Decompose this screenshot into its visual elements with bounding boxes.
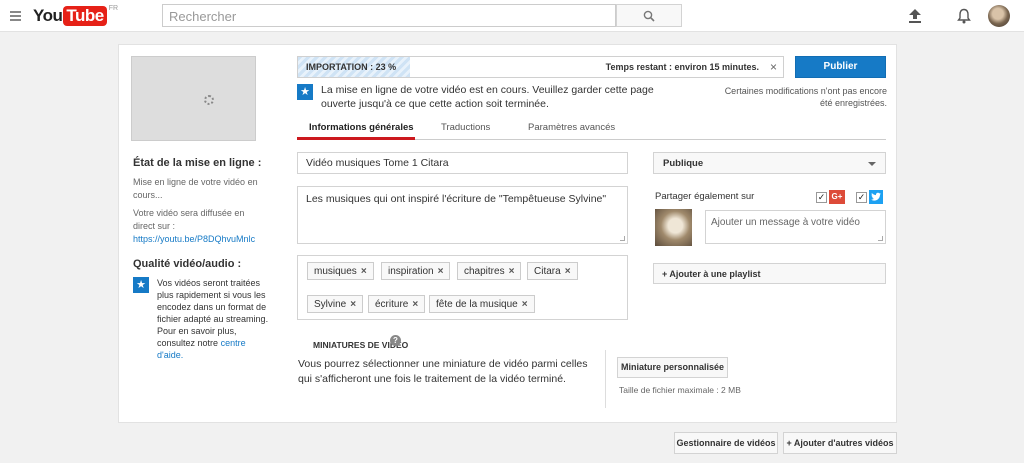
- status-title: État de la mise en ligne :: [133, 157, 262, 169]
- tab-basic-info[interactable]: Informations générales: [309, 122, 414, 133]
- tags-input[interactable]: musiques × inspiration × chapitres × Citara…: [297, 255, 628, 320]
- share-message-input[interactable]: Ajouter un message à votre vidéo: [705, 210, 886, 244]
- search-input[interactable]: Rechercher: [162, 4, 616, 27]
- youtube-logo[interactable]: You Tube FR: [33, 5, 119, 26]
- quality-text: Vos vidéos seront traitées plus rapideme…: [157, 278, 269, 348]
- status-text: Mise en ligne de votre vidéo en cours...: [133, 177, 258, 200]
- privacy-select[interactable]: Publique: [653, 152, 886, 174]
- active-tab-indicator: [297, 137, 415, 140]
- tag-label: Sylvine: [314, 299, 347, 310]
- resize-handle-icon[interactable]: [878, 236, 883, 241]
- cancel-upload-icon[interactable]: ×: [770, 60, 777, 74]
- tag-label: écriture: [375, 299, 409, 310]
- unsaved-changes-note: Certaines modifications n'ont pas encore…: [724, 86, 887, 108]
- upload-icon[interactable]: [908, 8, 922, 24]
- upload-progress-label: IMPORTATION : 23 %: [306, 62, 397, 72]
- share-message-placeholder: Ajouter un message à votre vidéo: [711, 217, 860, 228]
- video-manager-button[interactable]: Gestionnaire de vidéos: [674, 432, 778, 454]
- logo-you: You: [33, 6, 63, 25]
- tag-label: musiques: [314, 266, 357, 277]
- search-icon: [643, 10, 655, 22]
- tag-label: chapitres: [464, 266, 505, 277]
- broadcast-url-link[interactable]: https://youtu.be/P8DQhvuMnlc: [133, 234, 255, 244]
- share-avatar: [655, 209, 692, 246]
- loading-spinner-icon: [204, 95, 214, 105]
- tag-chip[interactable]: chapitres ×: [457, 262, 522, 280]
- star-info-icon: ★: [297, 84, 313, 100]
- share-label: Partager également sur: [655, 191, 755, 202]
- tag-chip[interactable]: Sylvine ×: [307, 295, 364, 313]
- add-to-playlist-button[interactable]: + Ajouter à une playlist: [653, 263, 886, 284]
- upload-status-panel: État de la mise en ligne : Mise en ligne…: [133, 157, 268, 360]
- account-avatar[interactable]: [988, 5, 1010, 27]
- upload-card: État de la mise en ligne : Mise en ligne…: [118, 44, 897, 423]
- tab-translations[interactable]: Traductions: [441, 122, 490, 133]
- remove-tag-icon[interactable]: ×: [350, 299, 356, 310]
- search-button[interactable]: [616, 4, 682, 27]
- tag-label: Citara: [534, 266, 561, 277]
- custom-thumbnail-button[interactable]: Miniature personnalisée: [617, 357, 728, 378]
- time-remaining: Temps restant : environ 15 minutes.: [605, 62, 759, 72]
- twitter-bird-icon: [871, 192, 881, 201]
- quality-title: Qualité vidéo/audio :: [133, 258, 242, 270]
- title-input[interactable]: Vidéo musiques Tome 1 Citara: [297, 152, 628, 174]
- quality-info: ★ Vos vidéos seront traitées plus rapide…: [133, 277, 268, 360]
- chevron-down-icon: [868, 162, 876, 166]
- twitter-icon: [869, 190, 883, 204]
- thumbnails-text: Vous pourrez sélectionner une miniature …: [298, 358, 588, 385]
- max-file-size: Taille de fichier maximale : 2 MB: [619, 385, 741, 395]
- quality-text-block: Vos vidéos seront traitées plus rapideme…: [157, 277, 272, 361]
- top-bar: You Tube FR Rechercher: [0, 0, 1024, 32]
- google-plus-icon: G+: [829, 190, 845, 204]
- help-icon[interactable]: ?: [390, 335, 401, 346]
- add-more-videos-button[interactable]: + Ajouter d'autres vidéos: [783, 432, 897, 454]
- video-thumbnail-placeholder: [131, 56, 256, 141]
- tab-bar: Informations générales Traductions Param…: [297, 117, 886, 140]
- broadcast-info: Votre vidéo sera diffusée en direct sur …: [133, 207, 268, 246]
- remove-tag-icon[interactable]: ×: [509, 266, 515, 277]
- twitter-share-checkbox[interactable]: ✓: [856, 192, 867, 203]
- description-textarea[interactable]: Les musiques qui ont inspiré l'écriture …: [297, 186, 628, 244]
- description-text: Les musiques qui ont inspiré l'écriture …: [306, 193, 607, 205]
- remove-tag-icon[interactable]: ×: [438, 266, 444, 277]
- star-info-icon: ★: [133, 277, 149, 293]
- upload-progress-bar: IMPORTATION : 23 % Temps restant : envir…: [297, 56, 784, 78]
- remove-tag-icon[interactable]: ×: [361, 266, 367, 277]
- logo-tube: Tube: [63, 6, 107, 26]
- logo-region: FR: [108, 5, 119, 12]
- tag-label: inspiration: [388, 266, 434, 277]
- divider: [605, 350, 606, 408]
- broadcast-prefix: Votre vidéo sera diffusée en direct sur …: [133, 208, 245, 231]
- notification-bell-icon[interactable]: [957, 8, 971, 24]
- tag-chip[interactable]: fête de la musique ×: [429, 295, 535, 313]
- upload-message-text: La mise en ligne de votre vidéo est en c…: [321, 84, 654, 110]
- resize-handle-icon[interactable]: [620, 236, 625, 241]
- tag-chip[interactable]: Citara ×: [527, 262, 578, 280]
- menu-icon[interactable]: [10, 11, 21, 21]
- remove-tag-icon[interactable]: ×: [412, 299, 418, 310]
- remove-tag-icon[interactable]: ×: [565, 266, 571, 277]
- tab-advanced-settings[interactable]: Paramètres avancés: [528, 122, 615, 133]
- tag-label: fête de la musique: [436, 299, 518, 310]
- publish-button[interactable]: Publier: [795, 56, 886, 78]
- gplus-share-checkbox[interactable]: ✓: [816, 192, 827, 203]
- tag-chip[interactable]: inspiration ×: [381, 262, 451, 280]
- tag-chip[interactable]: écriture ×: [368, 295, 426, 313]
- remove-tag-icon[interactable]: ×: [522, 299, 528, 310]
- tag-chip[interactable]: musiques ×: [307, 262, 374, 280]
- privacy-value: Publique: [663, 158, 704, 169]
